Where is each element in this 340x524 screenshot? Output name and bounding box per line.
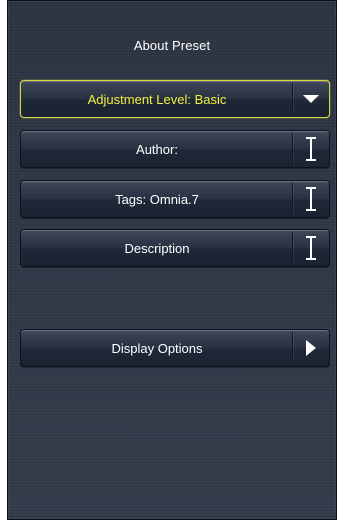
chevron-right-icon[interactable]	[293, 330, 329, 366]
text-cursor-icon[interactable]	[293, 131, 329, 167]
author-label: Author:	[136, 141, 178, 157]
adjustment-level-label: Adjustment Level: Basic	[87, 91, 227, 107]
display-options-label: Display Options	[111, 340, 203, 356]
display-options-button[interactable]: Display Options	[20, 329, 330, 367]
tags-label: Tags: Omnia.7	[115, 191, 199, 207]
adjustment-level-dropdown[interactable]: Adjustment Level: Basic	[20, 80, 330, 118]
text-cursor-icon[interactable]	[293, 181, 329, 217]
tags-field-button[interactable]: Tags: Omnia.7	[20, 180, 330, 218]
panel-title: About Preset	[133, 38, 211, 53]
description-label: Description	[124, 240, 190, 256]
description-field-button[interactable]: Description	[20, 229, 330, 267]
about-preset-panel: About Preset Adjustment Level: Basic Aut…	[7, 0, 337, 520]
dropdown-arrow-icon[interactable]	[293, 81, 329, 117]
text-cursor-icon[interactable]	[293, 230, 329, 266]
author-field-button[interactable]: Author:	[20, 130, 330, 168]
